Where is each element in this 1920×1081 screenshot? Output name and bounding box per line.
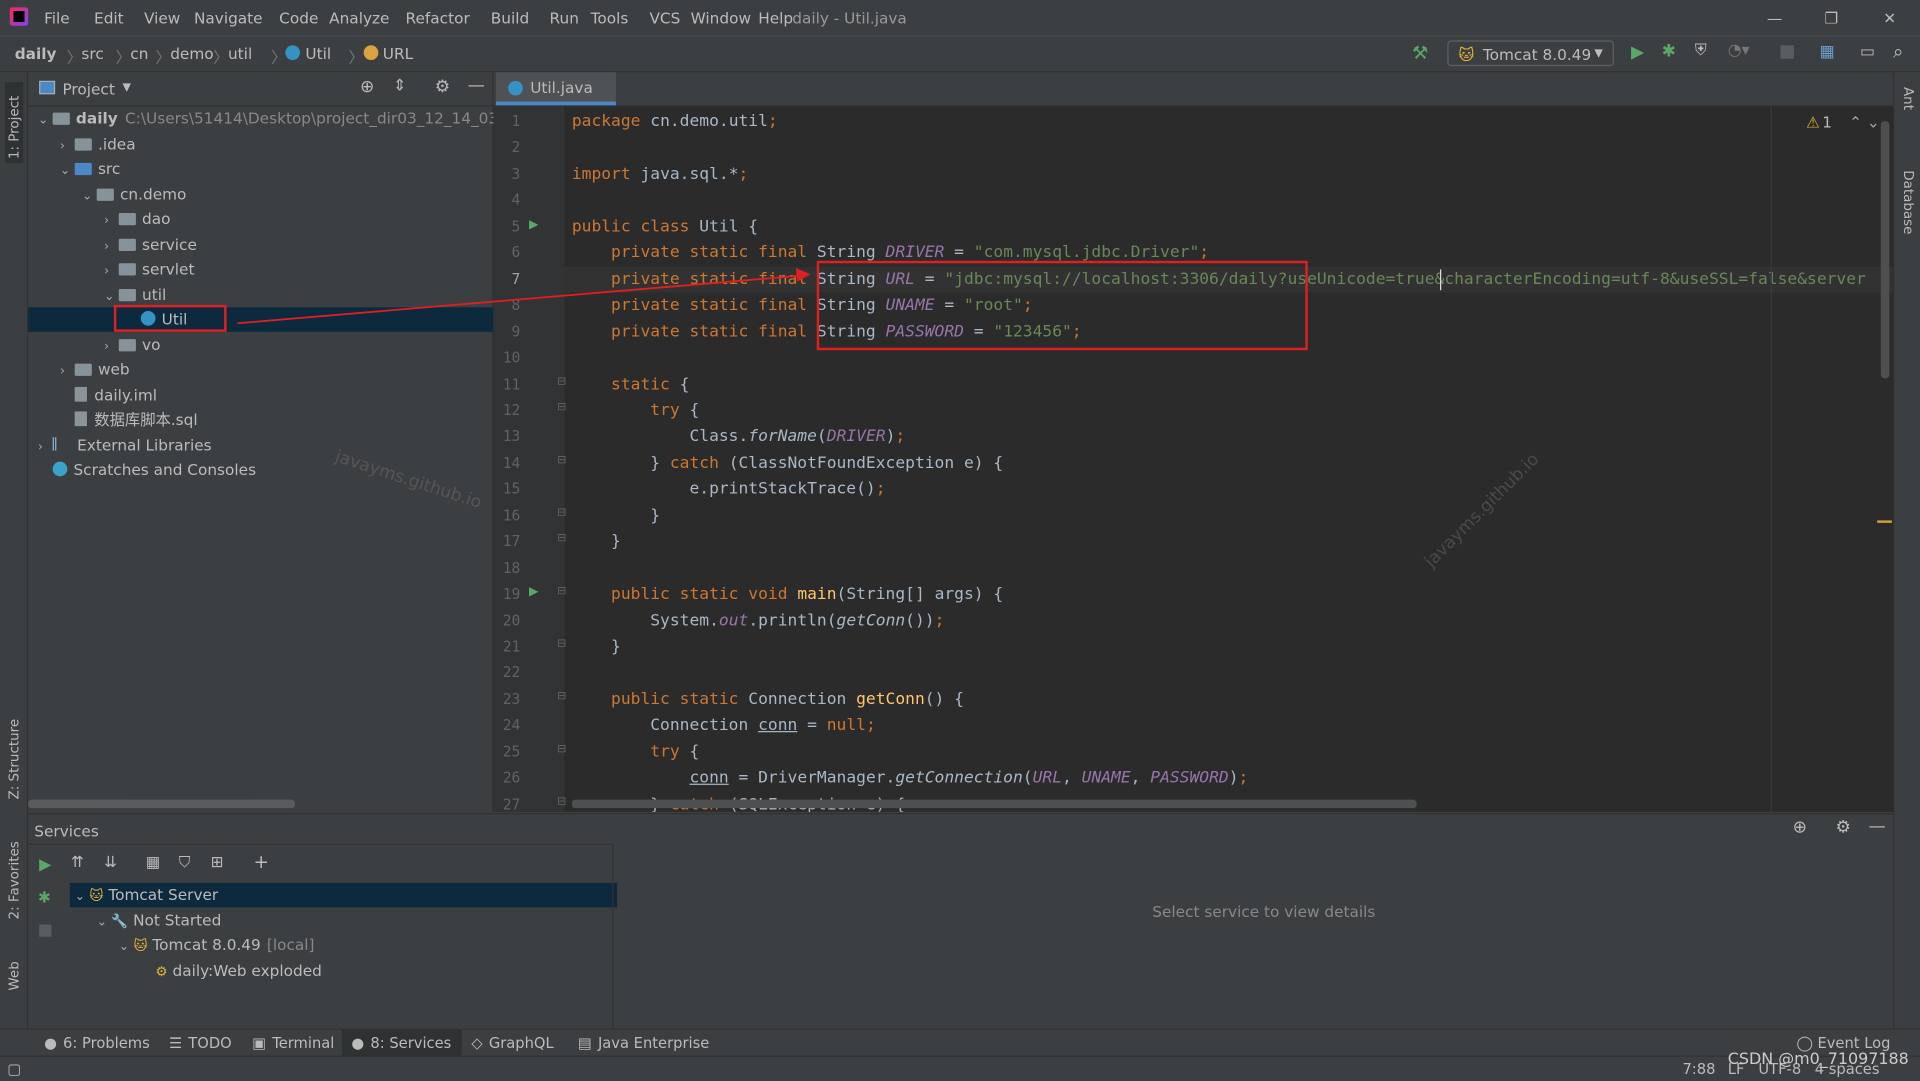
service-label: Tomcat Server [108,885,219,904]
caret-position[interactable]: 7:88 [1682,1060,1715,1077]
new-tab-icon[interactable]: ⊞ [211,852,224,870]
collapse-all-icon[interactable]: ⇊ [104,852,117,870]
event-log-button[interactable]: ◯ Event Log [1796,1035,1890,1052]
service-label: Not Started [133,910,222,929]
chevron-down-icon[interactable]: ⌄ [97,910,112,934]
tab-graphql[interactable]: ◇ GraphQL [462,1030,564,1057]
tab-terminal[interactable]: ▣ Terminal [242,1030,344,1057]
chevron-down-icon[interactable]: ⌄ [75,885,90,909]
artifact-icon: ⚙ [155,963,168,979]
highlight-box-util [113,304,227,332]
services-title: Services [34,821,99,841]
services-icon: ● [351,1034,365,1052]
annotation-arrow [237,274,803,325]
service-extra: [local] [266,935,315,954]
arrowhead [795,268,811,282]
service-item[interactable]: ⚙ daily:Web exploded [70,958,683,982]
filter-icon[interactable]: ⛉ [179,852,190,872]
service-label: daily:Web exploded [172,960,322,979]
debug-icon[interactable]: ✱ [38,888,51,906]
run-icon[interactable]: ▶ [39,856,51,874]
tab-8-services[interactable]: ● 8: Services [341,1029,462,1057]
toggle-panels-icon[interactable]: ▢ [7,1060,21,1077]
tool-window-bar: ● 6: Problems ☰ TODO ▣ Terminal ● 8: Services ◇ G… [0,1028,1920,1057]
services-panel: Services ⊕ ⚙ — ▶ ✱ ⇈ ⇊ ▦ ⛉ ⊞ + ⌄ 🐱 Tomcat … [28,813,1894,1030]
empty-details-message: Select service to view details [1152,902,1376,921]
gear-icon[interactable]: ⚙ [1836,818,1851,838]
tab-6-problems[interactable]: ● 6: Problems [34,1030,159,1057]
wrench-icon: 🔧 [111,912,129,929]
status-bar: ▢ 7:88 LF UTF-8 4 spaces CSDN @m0_710971… [0,1051,1920,1081]
stop-icon[interactable] [39,924,52,937]
csdn-watermark: CSDN @m0_71097188 [1727,1050,1909,1069]
graphql-icon: ◇ [471,1034,483,1052]
highlight-box-config [816,260,1308,351]
service-item[interactable]: ⌄ 🐱 Tomcat Server [69,882,618,909]
terminal-icon: ▣ [252,1034,267,1052]
tomcat-icon: 🐱 [133,937,148,954]
locate-icon[interactable]: ⊕ [1793,818,1807,838]
chevron-down-icon[interactable]: ⌄ [119,936,134,960]
group-icon[interactable]: ▦ [146,852,160,870]
expand-all-icon[interactable]: ⇈ [71,852,84,870]
problems-icon: ● [44,1034,57,1052]
tab-todo[interactable]: ☰ TODO [159,1030,241,1057]
add-service-icon[interactable]: + [253,851,268,873]
java-enterprise-icon: ▤ [577,1034,592,1052]
service-item[interactable]: ⌄ 🔧 Not Started [70,908,639,932]
tab-java-enterprise[interactable]: ▤ Java Enterprise [568,1030,719,1057]
service-item[interactable]: ⌄ 🐱 Tomcat 8.0.49 [local] [70,933,661,957]
todo-icon: ☰ [168,1034,183,1052]
hide-icon[interactable]: — [1869,817,1886,837]
tomcat-icon: 🐱 [89,887,104,904]
service-label: Tomcat 8.0.49 [152,935,261,954]
